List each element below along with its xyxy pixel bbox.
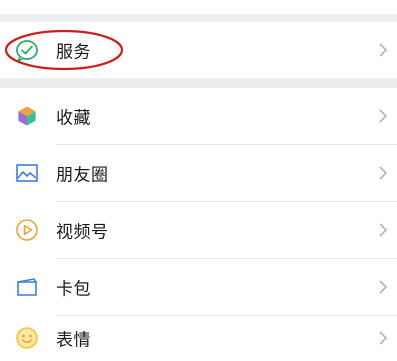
image-icon bbox=[14, 160, 40, 186]
menu-item-moments[interactable]: 朋友圈 bbox=[0, 145, 397, 201]
menu-item-favorites[interactable]: 收藏 bbox=[0, 88, 397, 144]
menu-item-label: 视频号 bbox=[56, 222, 109, 243]
chevron-right-icon bbox=[377, 222, 389, 238]
menu-item-label: 朋友圈 bbox=[56, 165, 109, 186]
cube-icon bbox=[14, 103, 40, 129]
smiley-icon bbox=[14, 325, 40, 351]
section-gap-middle bbox=[0, 78, 397, 88]
menu-item-label: 卡包 bbox=[56, 279, 91, 300]
menu-item-label: 服务 bbox=[56, 42, 91, 63]
menu-item-channels[interactable]: 视频号 bbox=[0, 202, 397, 258]
chevron-right-icon bbox=[377, 108, 389, 124]
wallet-card-icon bbox=[14, 274, 40, 300]
service-check-icon bbox=[14, 37, 40, 63]
chevron-right-icon bbox=[377, 330, 389, 346]
chevron-right-icon bbox=[377, 165, 389, 181]
section-gap-top bbox=[0, 14, 397, 22]
menu-item-label: 表情 bbox=[56, 330, 91, 351]
menu-item-label: 收藏 bbox=[56, 108, 91, 129]
chevron-right-icon bbox=[377, 279, 389, 295]
menu-item-service[interactable]: 服务 bbox=[0, 22, 397, 78]
chevron-right-icon bbox=[377, 42, 389, 58]
menu-item-cards[interactable]: 卡包 bbox=[0, 259, 397, 315]
play-circle-icon bbox=[14, 217, 40, 243]
menu-item-stickers[interactable]: 表情 bbox=[0, 316, 397, 361]
top-strip bbox=[0, 0, 397, 14]
